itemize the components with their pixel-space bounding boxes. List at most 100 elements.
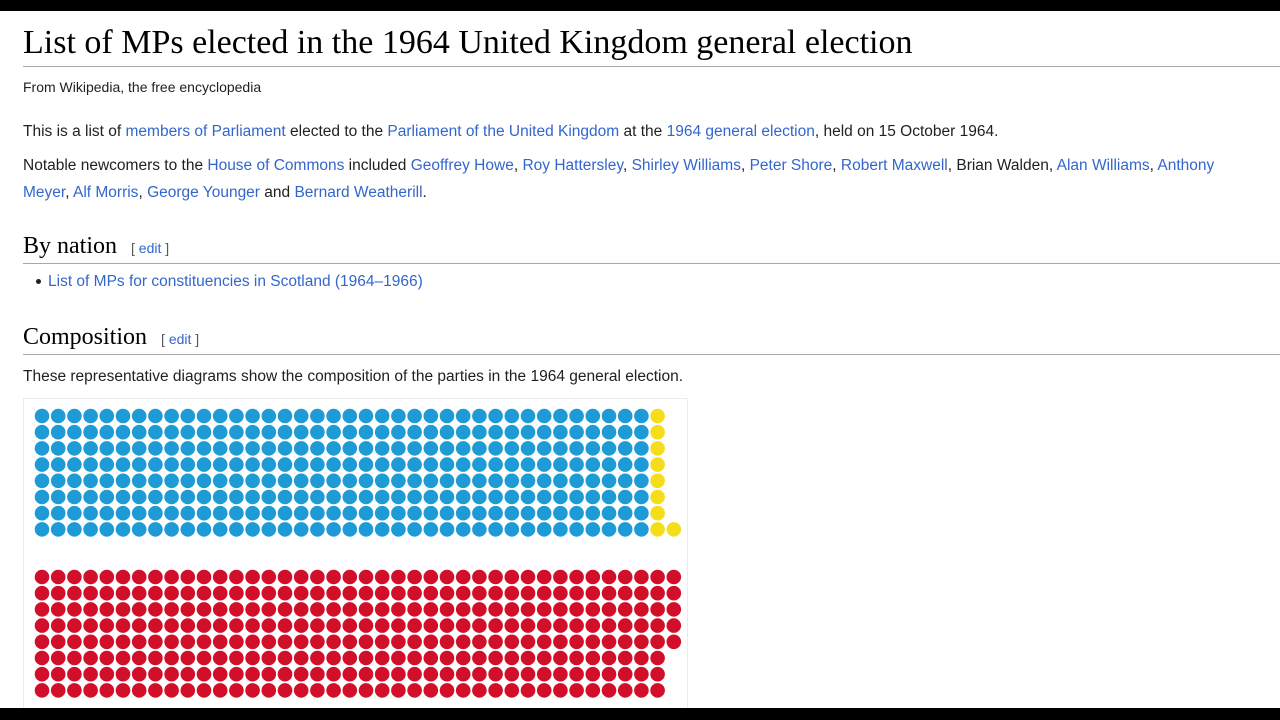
seat-conservative — [585, 489, 601, 505]
seat-conservative — [342, 457, 358, 472]
seat-labour — [439, 618, 455, 633]
seat-labour — [83, 650, 98, 666]
seat-conservative — [83, 522, 98, 537]
seat-labour — [601, 683, 617, 698]
section-title: By nation — [23, 233, 117, 259]
seat-labour — [34, 569, 50, 585]
seat-labour — [164, 618, 179, 633]
seat-conservative — [229, 473, 244, 489]
seat-conservative — [277, 424, 293, 440]
seat-labour — [342, 666, 358, 682]
seat-labour — [131, 683, 147, 698]
seat-conservative — [536, 424, 552, 440]
seat-labour — [131, 618, 147, 633]
seat-conservative — [50, 457, 66, 472]
seat-labour — [115, 634, 131, 650]
person-link[interactable]: George Younger — [147, 184, 260, 201]
seat-labour — [50, 569, 66, 585]
seat-conservative — [34, 408, 50, 424]
seat-conservative — [164, 457, 179, 472]
seat-conservative — [99, 457, 115, 472]
person-link[interactable]: Bernard Weatherill — [294, 184, 422, 201]
seat-labour — [358, 634, 374, 650]
parliament-uk-link[interactable]: Parliament of the United Kingdom — [387, 123, 619, 140]
seat-conservative — [245, 457, 260, 472]
seat-labour — [601, 585, 617, 601]
seat-conservative — [439, 522, 455, 537]
edit-link[interactable]: edit — [169, 331, 192, 347]
seat-labour — [650, 585, 665, 601]
seat-conservative — [601, 473, 617, 489]
seat-labour — [67, 618, 82, 633]
seat-conservative — [342, 489, 358, 505]
seat-conservative — [423, 473, 439, 489]
seat-conservative — [99, 441, 115, 456]
seat-conservative — [261, 457, 277, 472]
seat-conservative — [504, 489, 520, 505]
person-link[interactable]: Peter Shore — [750, 157, 833, 174]
seat-labour — [520, 650, 536, 666]
person-link[interactable]: Roy Hattersley — [522, 157, 623, 174]
seat-conservative — [553, 473, 568, 489]
seat-labour — [293, 683, 309, 698]
seat-conservative — [634, 424, 649, 440]
seat-labour — [358, 683, 374, 698]
seat-labour — [99, 618, 115, 633]
person-link[interactable]: Shirley Williams — [632, 157, 741, 174]
edit-link[interactable]: edit — [139, 240, 162, 256]
seat-labour — [293, 569, 309, 585]
seat-conservative — [67, 489, 82, 505]
seat-conservative — [148, 522, 163, 537]
seat-labour — [131, 602, 147, 617]
seat-labour — [326, 602, 341, 617]
seat-labour — [634, 683, 649, 698]
seat-labour — [391, 650, 406, 666]
seat-conservative — [164, 505, 179, 521]
seat-conservative — [585, 441, 601, 456]
seat-conservative — [34, 441, 50, 456]
seat-labour — [585, 585, 601, 601]
seat-conservative — [245, 441, 260, 456]
person-link[interactable]: Brian Walden — [956, 157, 1048, 174]
house-of-commons-link[interactable]: House of Commons — [207, 157, 344, 174]
seat-labour — [455, 585, 471, 601]
seat-conservative — [439, 457, 455, 472]
members-of-parliament-link[interactable]: members of Parliament — [126, 123, 286, 140]
person-link[interactable]: Alf Morris — [73, 184, 138, 201]
seat-conservative — [374, 441, 390, 456]
person-link[interactable]: Geoffrey Howe — [411, 157, 514, 174]
seat-labour — [196, 650, 212, 666]
seat-labour — [50, 666, 66, 682]
seat-labour — [585, 666, 601, 682]
seat-conservative — [374, 473, 390, 489]
seat-conservative — [423, 441, 439, 456]
seat-labour — [277, 650, 293, 666]
seat-conservative — [180, 408, 196, 424]
seat-labour — [358, 602, 374, 617]
seat-conservative — [99, 522, 115, 537]
intro-text: , held on 15 October 1964. — [814, 123, 999, 140]
seat-labour — [634, 618, 649, 633]
seat-labour — [245, 683, 260, 698]
person-link[interactable]: Alan Williams — [1057, 157, 1150, 174]
seat-labour — [83, 569, 98, 585]
general-election-link[interactable]: 1964 general election — [667, 123, 815, 140]
seat-conservative — [50, 489, 66, 505]
seat-labour — [504, 650, 520, 666]
seat-labour — [569, 634, 584, 650]
seat-conservative — [407, 424, 422, 440]
seat-conservative — [520, 522, 536, 537]
seat-conservative — [634, 408, 649, 424]
seat-labour — [536, 634, 552, 650]
seat-labour — [326, 569, 341, 585]
seat-labour — [115, 683, 131, 698]
seat-labour — [504, 585, 520, 601]
person-link[interactable]: Robert Maxwell — [841, 157, 948, 174]
scotland-mps-link[interactable]: List of MPs for constituencies in Scotla… — [48, 273, 423, 290]
seat-labour — [391, 585, 406, 601]
seat-conservative — [326, 473, 341, 489]
seat-labour — [196, 618, 212, 633]
seat-labour — [326, 618, 341, 633]
seat-conservative — [536, 473, 552, 489]
seat-labour — [326, 634, 341, 650]
